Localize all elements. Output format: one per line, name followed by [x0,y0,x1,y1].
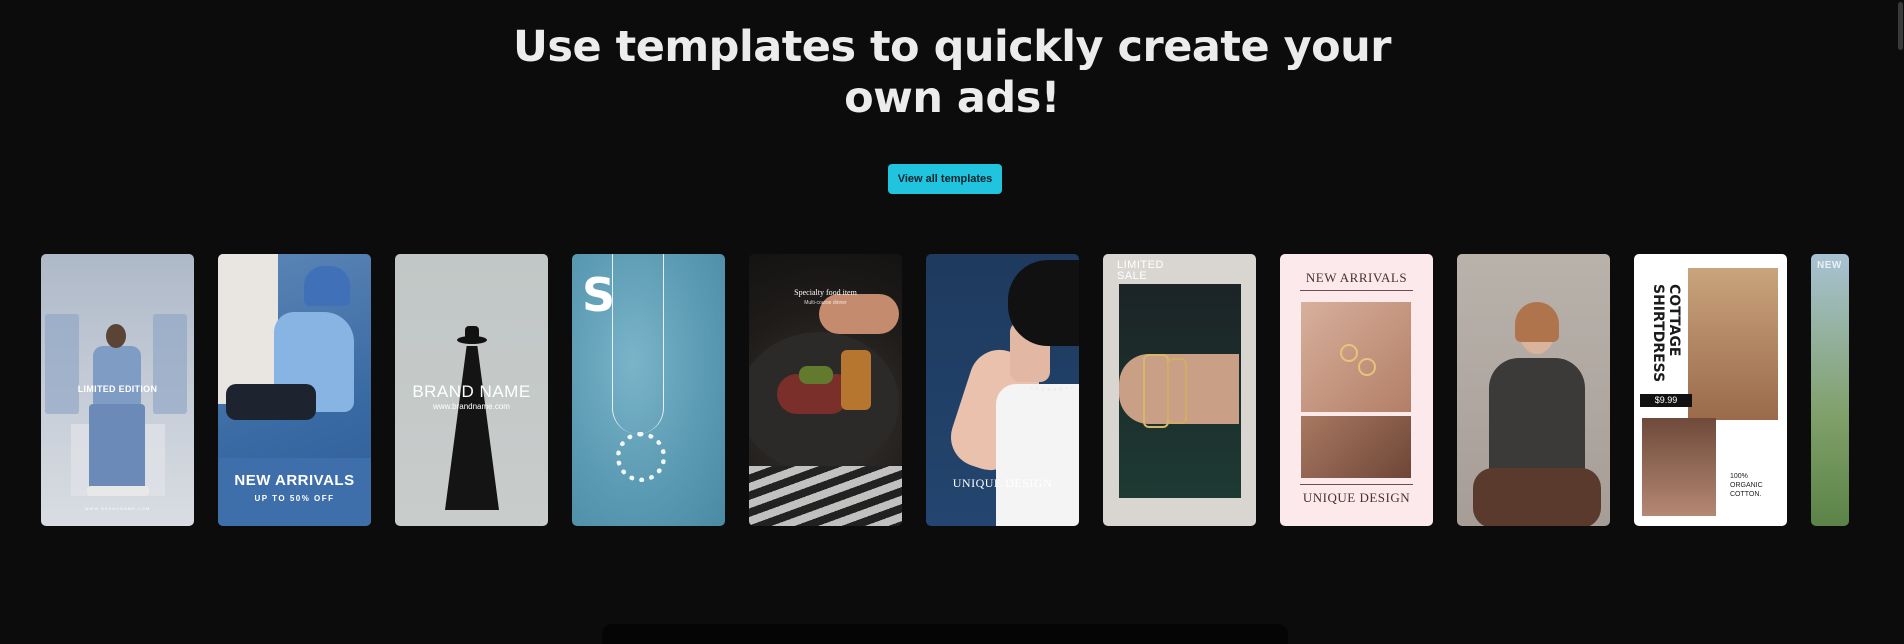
card-subtitle: UP TO 50% OFF [254,494,335,503]
price-tag: $9.99 [1640,394,1692,407]
divider [1300,484,1413,485]
model-legs [89,404,145,490]
template-card-new-arrivals-blue[interactable]: NEW ARRIVALS UP TO 50% OFF [218,254,371,526]
hair-image [1515,302,1559,342]
card-note: 100% ORGANIC COTTON. [1730,473,1763,498]
template-card-limited-sale[interactable]: LIMITED SALE [1103,254,1256,526]
template-card-specialty-food[interactable]: Specialty food item Multi-course dinner [749,254,902,526]
pendant-image [616,432,666,482]
card-title: BRAND NAME [412,382,531,401]
template-card-unique-design[interactable]: UNIQUE DESIGN [926,254,1079,526]
carrots-image [841,350,871,410]
jeans-image [153,314,187,414]
model-image [93,346,141,406]
jeans-image [45,314,79,414]
coat-image [218,254,278,404]
card-title: LIMITED EDITION [77,384,158,394]
card-title: NEW ARRIVALS [1305,270,1408,285]
card-title: Specialty food item [794,288,857,297]
bracelet-image [1167,358,1187,424]
card-title: UNIQUE DESIGN [952,476,1053,490]
card-title: NEW ARRIVALS [234,472,355,489]
template-card-cottage-shirtdress[interactable]: COTTAGE SHIRTDRESS $9.99 100% ORGANIC CO… [1634,254,1787,526]
model-shoes [87,486,149,496]
card-subtitle: Multi-course dinner [804,300,847,306]
model-head [106,324,126,348]
template-carousel: LIMITED EDITION WWW.BRANDNAME.COM NEW AR… [41,254,1849,526]
template-card-partial[interactable]: NEW [1811,254,1849,526]
ring-icon [1358,358,1376,376]
bracelet-image [1143,354,1169,428]
herbs-image [799,366,833,384]
card-title: COTTAGE SHIRTDRESS [1650,284,1682,383]
pants-image [226,384,316,420]
section-headline: Use templates to quickly create your own… [0,22,1904,124]
card-logo: S [582,268,616,322]
bottom-panel [602,624,1288,644]
dress-image [445,346,499,510]
top-image [996,384,1079,526]
hat-brim [457,336,487,344]
template-card-portrait[interactable] [1457,254,1610,526]
napkin-image [749,466,902,526]
divider [1300,290,1413,291]
hat-image [304,266,350,306]
card-title: LIMITED SALE [1117,259,1164,282]
card-banner [218,458,371,526]
view-all-templates-button[interactable]: View all templates [888,164,1002,194]
card-url: www.brandname.com [433,402,510,411]
card-url: WWW.BRANDNAME.COM [84,506,151,511]
template-card-brand-name[interactable]: BRAND NAME www.brandname.com [395,254,548,526]
template-card-necklace[interactable]: S [572,254,725,526]
hair-image [1008,260,1079,346]
jacket-image [1489,358,1585,478]
card-subtitle: UNIQUE DESIGN [1302,490,1411,505]
pants-image [1473,468,1601,526]
headline-line-1: Use templates to quickly create your [513,22,1391,72]
ring-icon [1340,344,1358,362]
hands-image [1301,416,1411,478]
template-card-new-arrivals-rings[interactable]: NEW ARRIVALS UNIQUE DESIGN [1280,254,1433,526]
template-card-limited-edition[interactable]: LIMITED EDITION WWW.BRANDNAME.COM [41,254,194,526]
headline-line-2: own ads! [844,73,1060,123]
necklace-chain [612,254,664,434]
card-title: NEW [1817,260,1842,271]
models-image [1688,268,1778,420]
models-image [1642,418,1716,516]
pearls-image [1026,378,1076,391]
